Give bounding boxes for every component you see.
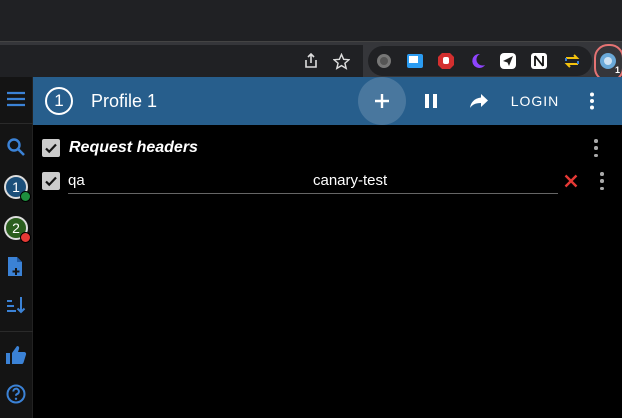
add-profile-icon[interactable] <box>2 253 30 281</box>
bookmark-star-icon[interactable] <box>326 46 356 76</box>
share-button[interactable] <box>463 77 495 125</box>
header-value-field[interactable]: canary-test <box>313 172 558 194</box>
modheader-popup: 1 2 1 Profile 1 LOGIN Request headers qa… <box>0 77 622 418</box>
sidebar: 1 2 <box>0 77 33 418</box>
add-button[interactable] <box>358 77 406 125</box>
forward-share-icon <box>470 94 488 108</box>
header-row-checkbox[interactable] <box>42 172 60 190</box>
sidebar-divider <box>0 123 33 124</box>
section-more-icon[interactable] <box>591 139 601 157</box>
check-badge-icon <box>20 191 31 202</box>
thumbs-up-icon[interactable] <box>2 341 30 369</box>
profile-title[interactable]: Profile 1 <box>91 91 157 112</box>
sidebar-divider <box>0 331 33 332</box>
profile-header: 1 Profile 1 LOGIN <box>33 77 622 125</box>
pause-icon <box>425 94 437 108</box>
headers-panel: Request headers qa canary-test <box>33 125 622 418</box>
login-button[interactable]: LOGIN <box>507 77 563 125</box>
extension-badge: 1 <box>614 65 620 75</box>
checkmark-icon <box>45 143 57 154</box>
lion-extension-icon[interactable] <box>374 51 394 71</box>
plus-icon <box>375 94 389 108</box>
sort-icon[interactable] <box>2 291 30 319</box>
profile-number: 1 <box>12 179 20 195</box>
menu-icon[interactable] <box>2 85 30 113</box>
moon-extension-icon[interactable] <box>467 51 487 71</box>
checkmark-icon <box>45 176 57 187</box>
notion-extension-icon[interactable] <box>529 51 549 71</box>
tab-strip <box>0 0 622 42</box>
window-extension-icon[interactable] <box>405 51 425 71</box>
profile-number-badge[interactable]: 1 <box>45 87 73 115</box>
more-options-icon[interactable] <box>581 77 603 125</box>
section-checkbox[interactable] <box>42 139 60 157</box>
toolbar-actions <box>296 45 356 77</box>
remove-header-icon[interactable] <box>562 172 580 190</box>
header-name-field[interactable]: qa <box>68 172 313 194</box>
profile-number: 2 <box>12 220 20 236</box>
status-dot-icon <box>20 232 31 243</box>
section-title: Request headers <box>69 139 198 156</box>
sidebar-profile-2[interactable]: 2 <box>2 214 31 243</box>
swap-extension-icon[interactable] <box>562 51 582 71</box>
help-icon[interactable] <box>2 380 30 408</box>
search-icon[interactable] <box>2 133 30 161</box>
share-icon[interactable] <box>296 46 326 76</box>
pause-button[interactable] <box>416 77 446 125</box>
modheader-extension-icon[interactable]: 1 <box>598 51 620 75</box>
sidebar-profile-1[interactable]: 1 <box>2 173 31 202</box>
header-row-more-icon[interactable] <box>597 172 607 190</box>
hand-extension-icon[interactable] <box>436 51 456 71</box>
send-extension-icon[interactable] <box>498 51 518 71</box>
